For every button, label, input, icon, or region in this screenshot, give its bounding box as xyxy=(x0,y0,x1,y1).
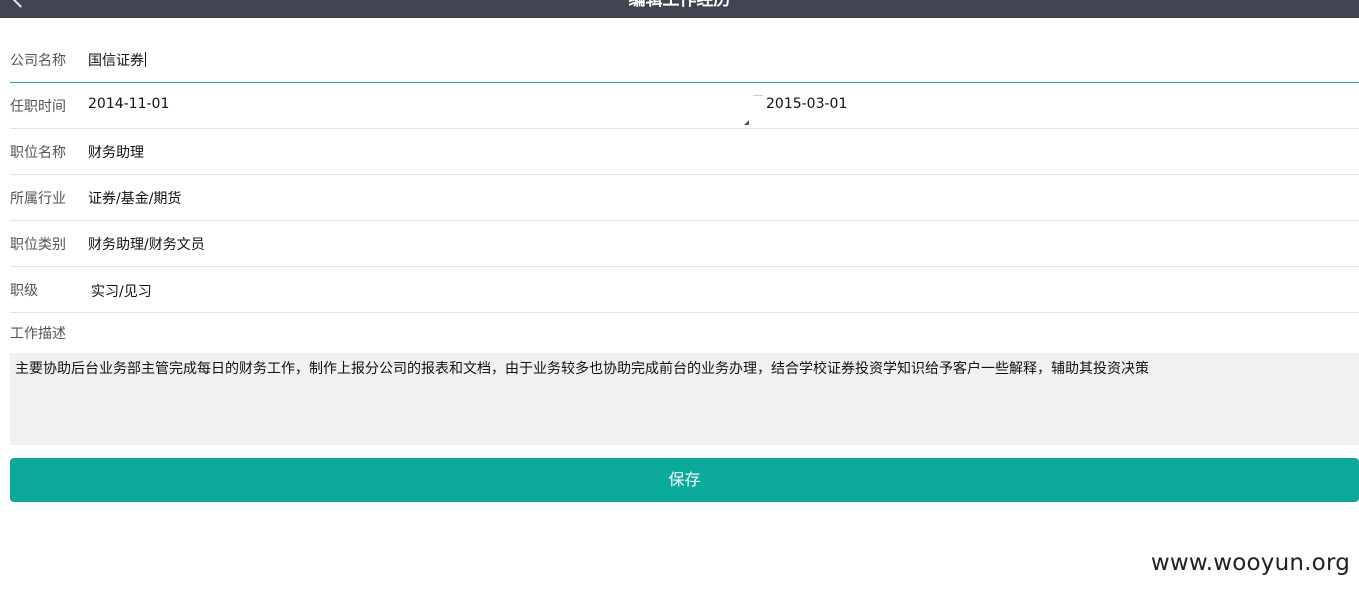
company-row: 公司名称 国信证券 xyxy=(10,37,1359,83)
company-value: 国信证券 xyxy=(88,53,144,69)
category-row: 职位类别 财务助理/财务文员 xyxy=(10,221,1359,267)
work-experience-form: 公司名称 国信证券 任职时间 2014-11-01 2015-03-01 职位名… xyxy=(10,37,1359,313)
position-row: 职位名称 财务助理 xyxy=(10,129,1359,175)
rank-row: 职级 实习/见习 xyxy=(10,267,1359,313)
description-label: 工作描述 xyxy=(10,326,66,342)
industry-row: 所属行业 证券/基金/期货 xyxy=(10,175,1359,221)
company-label: 公司名称 xyxy=(10,53,66,69)
industry-select[interactable]: 证券/基金/期货 xyxy=(88,188,181,208)
start-date-picker[interactable]: 2014-11-01 xyxy=(88,96,169,112)
position-input[interactable]: 财务助理 xyxy=(88,142,144,162)
end-date-picker[interactable]: 2015-03-01 xyxy=(766,96,847,112)
position-label: 职位名称 xyxy=(10,145,66,161)
tenure-label: 任职时间 xyxy=(10,99,66,115)
top-bar: 编辑工作经历 xyxy=(0,0,1359,18)
industry-label: 所属行业 xyxy=(10,191,66,207)
category-select[interactable]: 财务助理/财务文员 xyxy=(88,234,205,254)
page-title: 编辑工作经历 xyxy=(628,0,731,10)
date-separator xyxy=(753,95,763,96)
description-textarea[interactable]: 主要协助后台业务部主管完成每日的财务工作，制作上报分公司的报表和文档，由于业务较… xyxy=(10,353,1359,445)
category-label: 职位类别 xyxy=(10,237,66,253)
rank-select[interactable]: 实习/见习 xyxy=(91,281,152,301)
rank-label: 职级 xyxy=(10,283,38,299)
save-button[interactable]: 保存 xyxy=(10,458,1359,502)
tenure-row: 任职时间 2014-11-01 2015-03-01 xyxy=(10,83,1359,129)
dropdown-corner-icon xyxy=(744,120,749,125)
text-cursor xyxy=(145,52,146,67)
watermark: www.wooyun.org xyxy=(1150,550,1350,576)
company-input[interactable]: 国信证券 xyxy=(88,50,146,70)
